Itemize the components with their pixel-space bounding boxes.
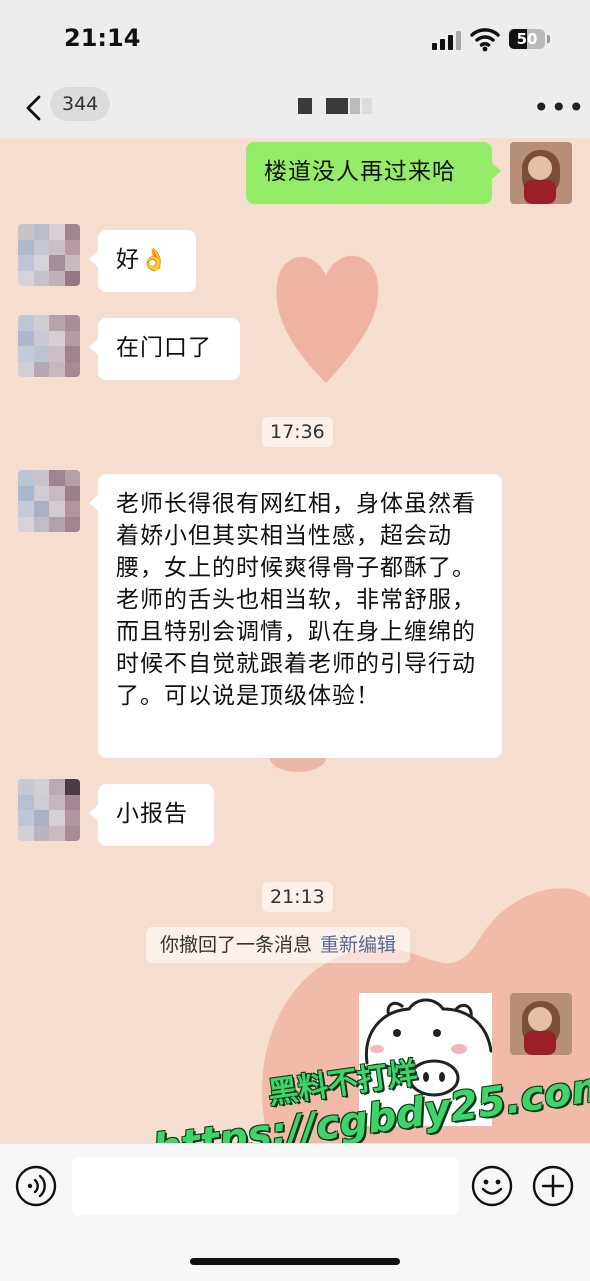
- wifi-icon: [470, 28, 500, 52]
- message-bubble-in[interactable]: 在门口了: [89, 318, 240, 380]
- message-bubble-in[interactable]: 好👌: [89, 230, 196, 292]
- message-text: 在门口了: [116, 335, 212, 361]
- signal-icon: [432, 30, 462, 50]
- ok-hand-emoji: 👌: [140, 248, 169, 273]
- message-bubble-out[interactable]: 楼道没人再过来哈: [246, 142, 501, 204]
- unread-count-badge[interactable]: 344: [50, 87, 111, 121]
- nav-bar: 344 •••: [0, 80, 590, 138]
- re-edit-link[interactable]: 重新编辑: [320, 934, 396, 956]
- home-indicator: [190, 1258, 400, 1265]
- emoji-icon[interactable]: [470, 1164, 514, 1208]
- chat-area[interactable]: 楼道没人再过来哈 好👌 在门口了 17:36 老师长得很有网红相，身体虽然看着娇…: [0, 138, 590, 1143]
- contact-avatar[interactable]: [18, 470, 80, 532]
- more-icon[interactable]: •••: [533, 94, 586, 122]
- chat-title[interactable]: [298, 98, 374, 118]
- contact-avatar[interactable]: [18, 315, 80, 377]
- heart-decoration: [266, 238, 386, 388]
- time-separator: 21:13: [262, 882, 333, 912]
- message-text: 老师长得很有网红相，身体虽然看着娇小但其实相当性感，超会动腰，女上的时候爽得骨子…: [116, 491, 476, 709]
- message-text: 小报告: [116, 801, 188, 827]
- message-text: 楼道没人再过来哈: [264, 159, 456, 185]
- plus-icon[interactable]: [531, 1164, 575, 1208]
- contact-avatar[interactable]: [18, 779, 80, 841]
- battery-level: 50: [516, 30, 538, 48]
- recall-notice: 你撤回了一条消息 重新编辑: [146, 927, 411, 963]
- my-avatar[interactable]: [510, 142, 572, 204]
- message-bubble-in[interactable]: 老师长得很有网红相，身体虽然看着娇小但其实相当性感，超会动腰，女上的时候爽得骨子…: [89, 474, 502, 758]
- message-bubble-in[interactable]: 小报告: [89, 784, 214, 846]
- contact-avatar[interactable]: [18, 224, 80, 286]
- status-time: 21:14: [64, 24, 141, 52]
- message-text: 好: [116, 247, 140, 273]
- status-bar: 21:14 50: [0, 0, 590, 80]
- time-separator: 17:36: [262, 417, 333, 447]
- battery-cap: [547, 35, 550, 43]
- message-input[interactable]: [72, 1157, 458, 1215]
- voice-icon[interactable]: [14, 1164, 58, 1208]
- recall-text: 你撤回了一条消息: [160, 934, 313, 956]
- battery-icon: 50: [509, 29, 545, 49]
- back-icon[interactable]: [22, 94, 44, 122]
